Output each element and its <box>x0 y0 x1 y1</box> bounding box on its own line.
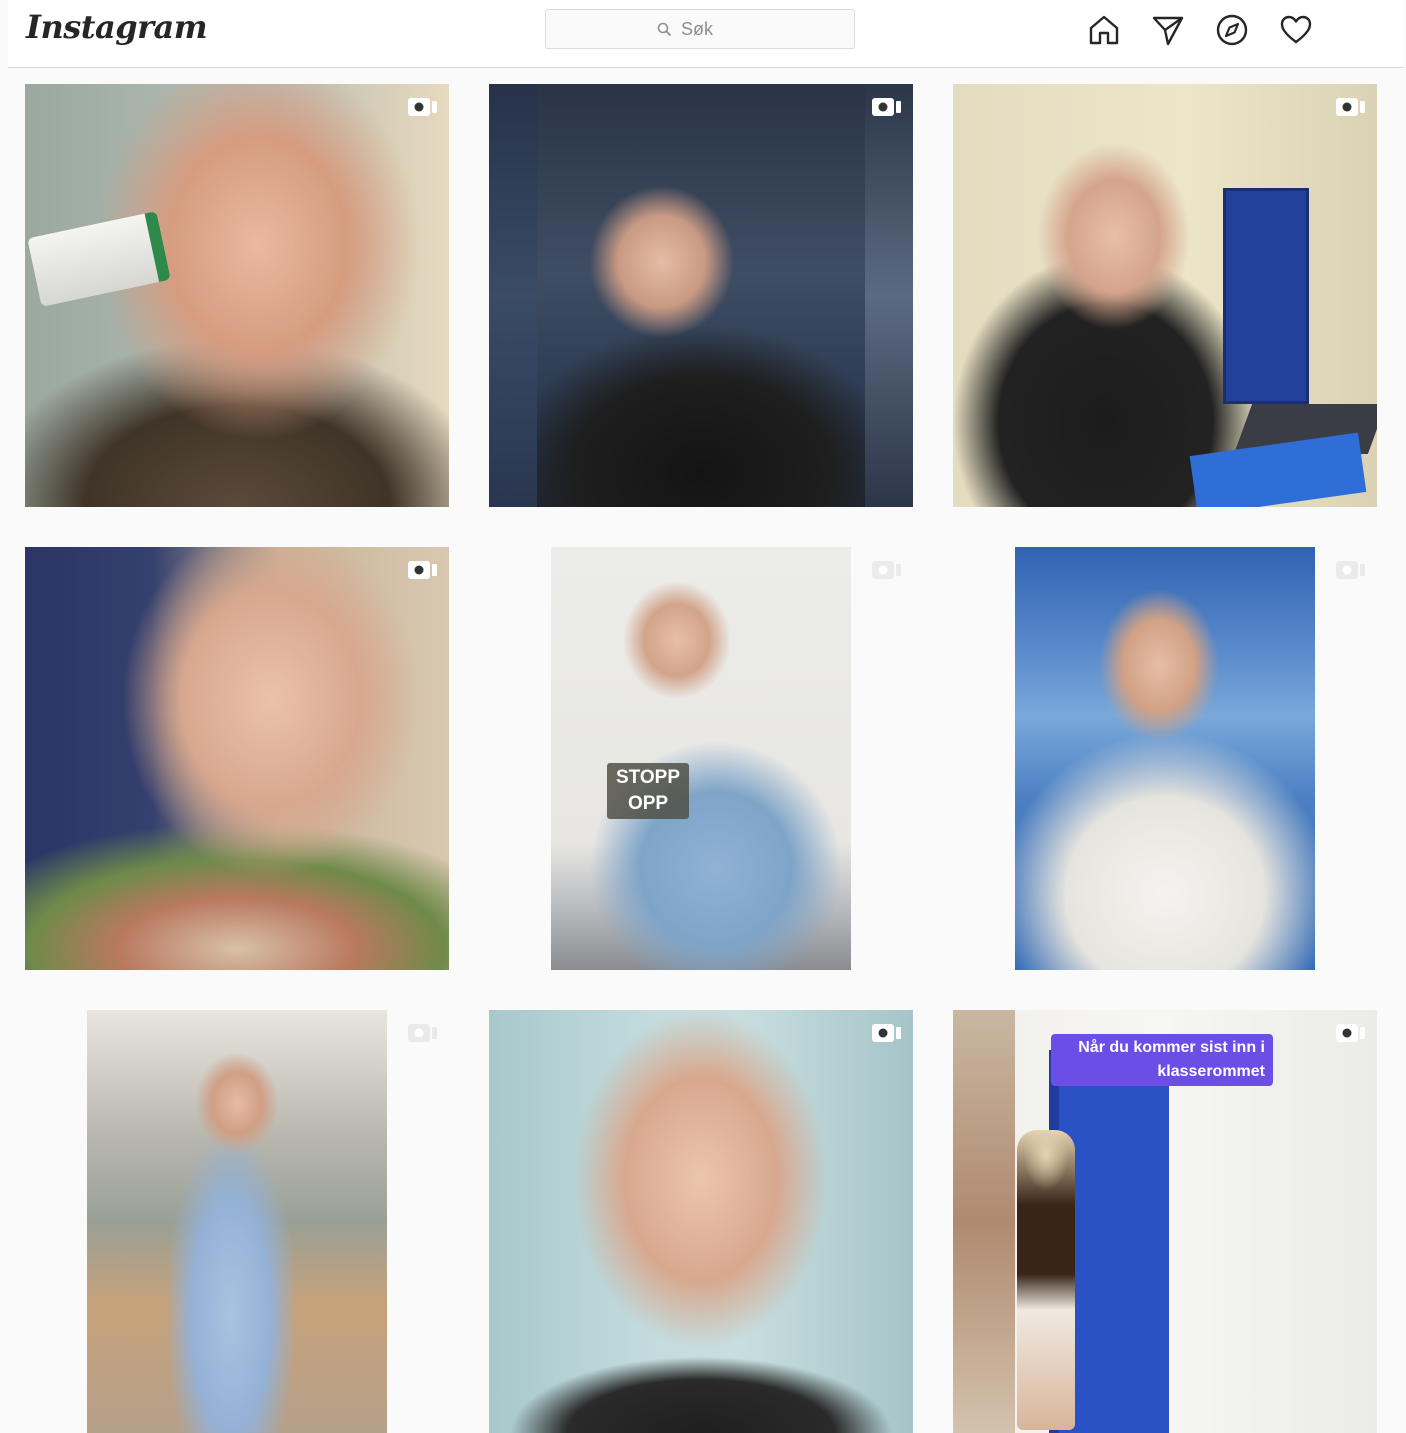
right-blur <box>865 84 913 507</box>
home-icon[interactable] <box>1086 12 1122 48</box>
activity-icon[interactable] <box>1278 12 1314 48</box>
post-tile[interactable] <box>25 1010 449 1433</box>
video-icon <box>1336 98 1365 116</box>
explore-icon[interactable] <box>1214 12 1250 48</box>
video-icon <box>408 1024 437 1042</box>
person <box>1017 1130 1075 1430</box>
post-image <box>551 547 851 970</box>
search-input[interactable] <box>679 17 743 41</box>
post-tile[interactable] <box>489 84 913 507</box>
caption-line: STOPP <box>615 767 681 788</box>
top-bar: Instagram <box>8 0 1404 68</box>
caption-line: OPP <box>627 793 669 814</box>
video-icon <box>872 561 901 579</box>
video-icon <box>408 98 437 116</box>
post-tile[interactable] <box>25 547 449 970</box>
video-icon <box>408 561 437 579</box>
post-tile[interactable]: STOPP OPP <box>489 547 913 970</box>
caption-stopp-opp: STOPP OPP <box>607 763 689 819</box>
video-icon <box>1336 561 1365 579</box>
caption-klasserommet: Når du kommer sist inn i klasserommet <box>1051 1034 1273 1086</box>
post-image <box>537 84 865 507</box>
post-image <box>25 547 449 970</box>
video-icon <box>872 98 901 116</box>
left-blur <box>953 1010 1015 1433</box>
video-icon <box>1336 1024 1365 1042</box>
search-icon <box>657 22 671 36</box>
post-tile[interactable] <box>953 547 1377 970</box>
post-tile[interactable] <box>953 84 1377 507</box>
nav-icons <box>1086 12 1342 48</box>
post-grid: STOPP OPP Når du kommer sist inn i klass… <box>25 84 1377 1433</box>
video-icon <box>872 1024 901 1042</box>
instagram-logo[interactable]: Instagram <box>26 8 208 46</box>
post-tile[interactable] <box>25 84 449 507</box>
post-image <box>489 1010 913 1433</box>
post-tile[interactable]: Når du kommer sist inn i klasserommet <box>953 1010 1377 1433</box>
post-image <box>1015 547 1315 970</box>
blue-door <box>1223 188 1309 404</box>
left-blur <box>489 84 537 507</box>
direct-icon[interactable] <box>1150 12 1186 48</box>
search-box[interactable] <box>545 9 855 49</box>
post-tile[interactable] <box>489 1010 913 1433</box>
post-image <box>87 1010 387 1433</box>
